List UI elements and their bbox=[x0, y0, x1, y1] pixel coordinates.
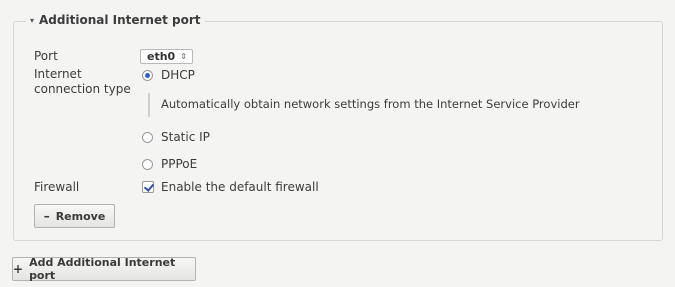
port-select-value: eth0 bbox=[147, 50, 176, 63]
port-select[interactable]: eth0 ⇕ bbox=[140, 49, 193, 64]
section-title: Additional Internet port bbox=[39, 13, 201, 27]
help-divider bbox=[148, 93, 150, 117]
radio-pppoe-label[interactable]: PPPoE bbox=[161, 157, 197, 172]
firewall-checkbox[interactable] bbox=[142, 181, 154, 193]
radio-static-ip-label[interactable]: Static IP bbox=[161, 130, 210, 145]
section-legend[interactable]: ▾ Additional Internet port bbox=[26, 13, 205, 27]
plus-icon: + bbox=[13, 262, 24, 276]
remove-button-label: Remove bbox=[55, 209, 106, 223]
firewall-label: Firewall bbox=[34, 180, 80, 194]
add-internet-port-button[interactable]: + Add Additional Internet port bbox=[12, 256, 196, 282]
connection-type-label-line2: connection type bbox=[34, 82, 131, 96]
radio-static-ip[interactable] bbox=[142, 132, 153, 143]
radio-pppoe[interactable] bbox=[142, 159, 153, 170]
port-label: Port bbox=[34, 49, 58, 63]
remove-button[interactable]: – Remove bbox=[34, 204, 115, 228]
radio-dhcp[interactable] bbox=[142, 70, 153, 81]
additional-internet-port-panel: ▾ Additional Internet port Port eth0 ⇕ I… bbox=[0, 0, 675, 287]
firewall-checkbox-label[interactable]: Enable the default firewall bbox=[161, 180, 319, 195]
select-arrows-icon: ⇕ bbox=[180, 52, 187, 61]
dhcp-help-text: Automatically obtain network settings fr… bbox=[161, 97, 580, 111]
minus-icon: – bbox=[43, 209, 50, 223]
collapse-caret-icon[interactable]: ▾ bbox=[30, 16, 34, 25]
add-internet-port-label: Add Additional Internet port bbox=[29, 256, 176, 282]
radio-dhcp-label[interactable]: DHCP bbox=[161, 68, 195, 83]
connection-type-label: Internet connection type bbox=[34, 67, 131, 97]
connection-type-label-line1: Internet bbox=[34, 67, 82, 81]
